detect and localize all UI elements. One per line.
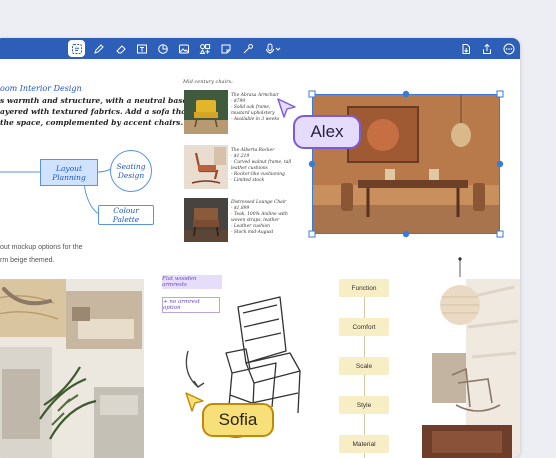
mid-century-title: Mid century chairs: [183, 79, 233, 85]
flowchart-node-material[interactable]: Material [339, 435, 389, 453]
mindmap-node-seating-design[interactable]: Seating Design [110, 150, 152, 192]
app-window: oom Interior Design s warmth and structu… [0, 38, 520, 458]
sticky-note-icon[interactable] [217, 40, 234, 57]
whiteboard-canvas[interactable]: oom Interior Design s warmth and structu… [0, 59, 520, 458]
elements-icon[interactable] [196, 40, 213, 57]
selection-handles[interactable] [306, 88, 506, 240]
moodboard-collage[interactable] [0, 279, 144, 458]
more-icon[interactable] [500, 40, 517, 57]
mockup-note: out mockup options for the rm beige them… [0, 241, 83, 267]
note-line: - Available in 3 weeks [231, 117, 280, 122]
cursor-arrow-icon [277, 98, 296, 118]
collaborator-label-sofia: Sofia [202, 403, 274, 437]
chair-photo-abraxa[interactable] [184, 90, 228, 134]
shapes-icon[interactable] [154, 40, 171, 57]
mindmap-node-colour-palette[interactable]: Colour Palette [98, 205, 154, 225]
chair-note-abraxa: The Abraxa Armchair - $799 - Solid oak f… [231, 93, 279, 123]
mockup-note-line: rm beige themed. [0, 257, 55, 264]
voice-icon[interactable] [262, 40, 284, 57]
export-icon[interactable] [457, 40, 474, 57]
text-box-icon[interactable] [133, 40, 150, 57]
note-line: - Limited stock [231, 178, 265, 183]
lasso-select-icon[interactable] [68, 40, 85, 57]
interior-collage[interactable] [408, 257, 520, 458]
chair-note-alberta: The Alberta Rocker - $1,219 - Curved wal… [231, 148, 291, 184]
note-line: - Stock mid-August [231, 230, 274, 235]
flowchart-node-comfort[interactable]: Comfort [339, 318, 389, 336]
sticky-flat-wooden-armrests[interactable]: Flat wooden armrests [162, 275, 222, 289]
collaborator-label-alex: Alex [293, 115, 361, 149]
share-icon[interactable] [478, 40, 495, 57]
toolbar [0, 38, 520, 59]
chair-photo-distressed[interactable] [184, 198, 228, 242]
laser-pointer-icon[interactable] [239, 40, 256, 57]
eraser-icon[interactable] [112, 40, 129, 57]
image-icon[interactable] [175, 40, 192, 57]
mockup-note-line: out mockup options for the [0, 244, 83, 251]
flowchart-node-style[interactable]: Style [339, 396, 389, 414]
flowchart-node-scale[interactable]: Scale [339, 357, 389, 375]
chair-note-distressed: Distressed Lounge Chair - $1,899 - Teak,… [231, 200, 288, 236]
mindmap-node-layout-planning[interactable]: Layout Planning [40, 159, 98, 186]
chair-photo-alberta[interactable] [184, 145, 228, 189]
flowchart-node-function[interactable]: Function [339, 279, 389, 297]
pen-icon[interactable] [90, 40, 107, 57]
